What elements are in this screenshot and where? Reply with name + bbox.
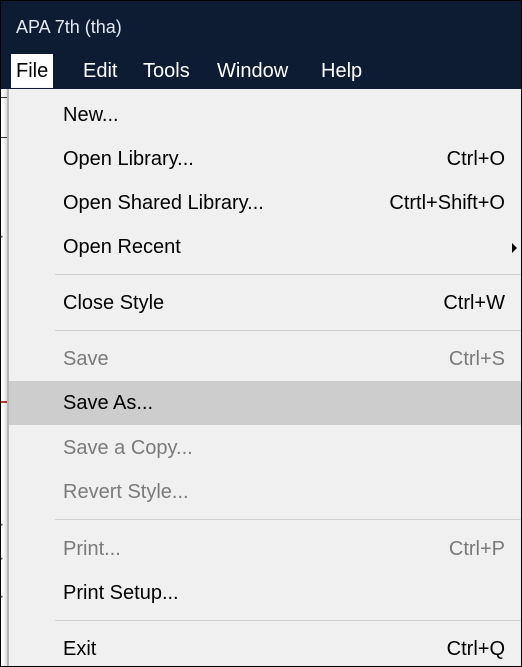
window-title: APA 7th (tha): [16, 17, 122, 37]
menu-item-revert-style[interactable]: Revert Style...: [9, 470, 521, 514]
menu-window[interactable]: Window: [217, 54, 288, 88]
menu-item-shortcut: Ctrl+W: [443, 292, 505, 314]
menu-item-shortcut: Ctrl+P: [448, 538, 505, 560]
document-edge-glyph: ·: [1, 589, 4, 605]
menu-item-print[interactable]: Print... Ctrl+P: [9, 527, 521, 571]
menu-item-save-a-copy[interactable]: Save a Copy...: [9, 426, 521, 470]
document-edge-glyph: ·: [1, 551, 4, 567]
menu-item-open-library[interactable]: Open Library... Ctrl+O: [9, 137, 521, 181]
menu-item-exit[interactable]: Exit Ctrl+Q: [9, 627, 521, 666]
menu-item-label: Open Recent: [63, 236, 181, 258]
menu-separator: [55, 330, 521, 331]
menu-tools[interactable]: Tools: [143, 54, 190, 88]
menu-item-open-recent[interactable]: Open Recent: [9, 225, 521, 269]
menu-bar: File Edit Tools Window Help: [1, 51, 521, 89]
submenu-arrow-icon: [512, 243, 517, 253]
menu-separator: [55, 274, 521, 275]
document-edge-glyph: ·: [1, 517, 4, 533]
menu-item-label: Print...: [63, 538, 121, 560]
menu-file[interactable]: File: [11, 54, 54, 88]
app-window: APA 7th (tha) File Edit Tools Window Hel…: [0, 0, 522, 667]
menu-separator: [55, 519, 521, 520]
menu-item-label: Revert Style...: [63, 481, 189, 503]
menu-item-shortcut: Ctrl+S: [448, 348, 505, 370]
file-menu-dropdown: New... Open Library... Ctrl+O Open Share…: [7, 89, 521, 666]
menu-item-label: Open Shared Library...: [63, 192, 264, 214]
menu-item-save[interactable]: Save Ctrl+S: [9, 337, 521, 381]
menu-item-shortcut: Ctrl+O: [446, 148, 505, 170]
document-edge-glyph: ·: [1, 229, 4, 245]
menu-item-label: Save: [63, 348, 109, 370]
title-bar: APA 7th (tha): [1, 1, 521, 51]
menu-item-shortcut: Ctrtl+Shift+O: [389, 192, 505, 214]
menu-item-save-as[interactable]: Save As...: [9, 381, 521, 425]
menu-help[interactable]: Help: [321, 54, 362, 88]
menu-separator: [55, 620, 521, 621]
menu-item-label: Save a Copy...: [63, 437, 193, 459]
menu-edit[interactable]: Edit: [83, 54, 117, 88]
menu-item-label: New...: [63, 104, 119, 126]
menu-item-label: Close Style: [63, 292, 165, 314]
menu-item-label: Print Setup...: [63, 582, 179, 604]
menu-item-label: Open Library...: [63, 148, 194, 170]
menu-item-print-setup[interactable]: Print Setup...: [9, 571, 521, 615]
menu-item-label: Save As...: [63, 392, 154, 414]
menu-item-close-style[interactable]: Close Style Ctrl+W: [9, 281, 521, 325]
menu-item-shortcut: Ctrl+Q: [446, 638, 505, 660]
menu-item-new[interactable]: New...: [9, 93, 521, 137]
menu-item-label: Exit: [63, 638, 97, 660]
menu-item-open-shared-library[interactable]: Open Shared Library... Ctrtl+Shift+O: [9, 181, 521, 225]
